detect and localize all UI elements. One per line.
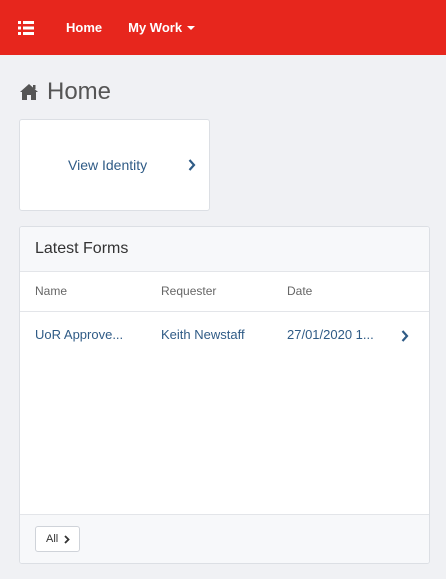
page-title: Home (19, 78, 111, 106)
page-title-text: Home (47, 78, 112, 105)
home-icon (19, 83, 39, 101)
column-header-date[interactable]: Date (287, 284, 312, 298)
latest-forms-panel: Latest Forms Name Requester Date UoR App… (19, 226, 430, 564)
caret-down-icon (187, 26, 196, 30)
table-row[interactable]: UoR Approve... Keith Newstaff 27/01/2020… (20, 312, 429, 362)
nav-mywork-dropdown[interactable]: My Work (128, 20, 196, 35)
all-forms-button[interactable]: All (35, 526, 81, 552)
top-navbar: Home My Work (0, 0, 446, 55)
latest-forms-header: Latest Forms (20, 227, 429, 272)
latest-forms-footer: All (20, 514, 429, 563)
view-identity-tile[interactable]: View Identity (19, 119, 210, 211)
row-name-cell[interactable]: UoR Approve... (35, 327, 147, 342)
row-date-cell: 27/01/2020 1... (287, 327, 374, 342)
column-header-name[interactable]: Name (35, 284, 67, 298)
row-requester-cell[interactable]: Keith Newstaff (161, 327, 276, 342)
column-header-requester[interactable]: Requester (161, 284, 216, 298)
nav-mywork-label: My Work (128, 20, 183, 35)
chevron-right-icon (188, 158, 196, 176)
all-button-label: All (46, 533, 59, 545)
list-menu-icon (18, 20, 34, 35)
chevron-right-icon[interactable] (401, 329, 409, 347)
latest-forms-title: Latest Forms (35, 240, 129, 257)
nav-home-label: Home (66, 20, 103, 35)
view-identity-label: View Identity (68, 157, 148, 173)
nav-home-link[interactable]: Home (66, 20, 102, 35)
chevron-right-icon (64, 534, 71, 544)
menu-toggle-button[interactable] (0, 0, 52, 55)
